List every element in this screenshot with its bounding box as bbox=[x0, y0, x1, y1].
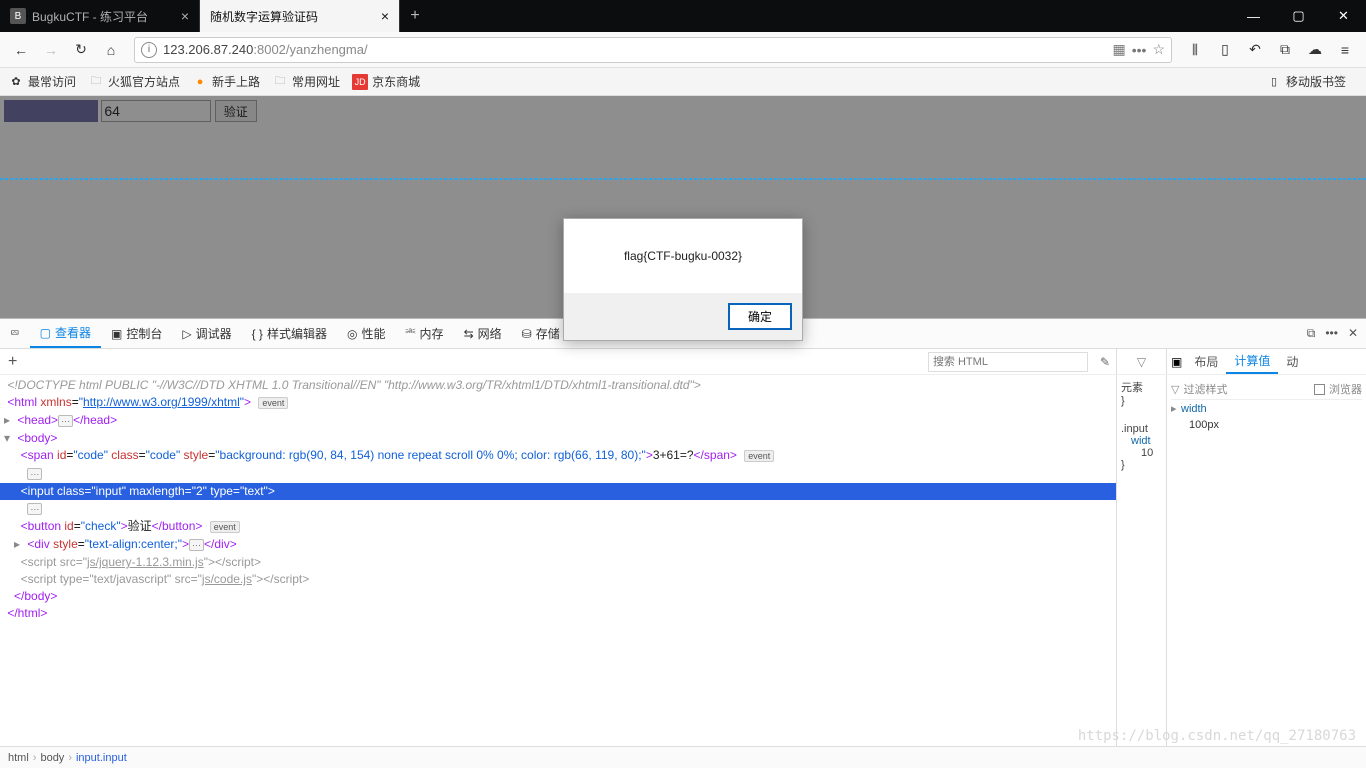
close-icon[interactable]: × bbox=[181, 8, 189, 24]
html-search-input[interactable] bbox=[928, 352, 1088, 372]
debug-icon: ▷ bbox=[182, 327, 191, 341]
forward-button[interactable]: → bbox=[36, 35, 66, 65]
sidebar-icon[interactable]: ▯ bbox=[1210, 35, 1240, 65]
mobile-icon: ▯ bbox=[1266, 74, 1282, 90]
tab-title: BugkuCTF - 练习平台 bbox=[32, 8, 175, 25]
add-rule-button[interactable]: + bbox=[0, 353, 25, 371]
inspector-icon: ▢ bbox=[40, 326, 51, 340]
chat-icon[interactable]: ☁ bbox=[1300, 35, 1330, 65]
crumb-item-selected[interactable]: input.input bbox=[72, 752, 131, 764]
home-button[interactable]: ⌂ bbox=[96, 35, 126, 65]
devtools-tab-storage[interactable]: ⛁存储 bbox=[512, 319, 570, 348]
dom-line-selected[interactable]: <input class="input" maxlength="2" type=… bbox=[0, 483, 1116, 500]
crumb-item[interactable]: body bbox=[36, 752, 68, 764]
doctype-line: <!DOCTYPE html PUBLIC "-//W3C//DTD XHTML… bbox=[7, 378, 700, 392]
bookmark-item[interactable]: 🗀火狐官方站点 bbox=[88, 73, 180, 90]
breadcrumb: html › body › input.input bbox=[0, 746, 1366, 768]
mobile-bookmarks[interactable]: ▯移动版书签 bbox=[1266, 73, 1346, 90]
menu-button[interactable]: ≡ bbox=[1330, 35, 1360, 65]
storage-icon: ⛁ bbox=[522, 327, 532, 341]
devtools-tab-console[interactable]: ▣控制台 bbox=[101, 319, 172, 348]
url-text: 123.206.87.240:8002/yanzhengma/ bbox=[163, 42, 1106, 57]
bookmark-item[interactable]: JD京东商城 bbox=[352, 73, 420, 90]
close-icon[interactable]: × bbox=[381, 8, 389, 24]
firefox-icon: ● bbox=[192, 74, 208, 90]
dom-tree[interactable]: <!DOCTYPE html PUBLIC "-//W3C//DTD XHTML… bbox=[0, 375, 1116, 746]
gear-icon: ✿ bbox=[8, 74, 24, 90]
bookmarks-bar: ✿最常访问 🗀火狐官方站点 ●新手上路 🗀常用网址 JD京东商城 ▯移动版书签 bbox=[0, 68, 1366, 96]
folder-icon: 🗀 bbox=[272, 74, 288, 90]
element-highlight bbox=[0, 178, 1366, 180]
style-icon: { } bbox=[252, 327, 263, 341]
jd-icon: JD bbox=[352, 74, 368, 90]
window-titlebar: B BugkuCTF - 练习平台 × 随机数字运算验证码 × + — ▢ ✕ bbox=[0, 0, 1366, 32]
inspector-picker-icon[interactable]: ⮹ bbox=[0, 319, 30, 348]
rules-panel: 元素 } .input widt 10 } bbox=[1116, 375, 1166, 746]
devtools-tab-network[interactable]: ⇆网络 bbox=[454, 319, 512, 348]
animation-tab[interactable]: 动 bbox=[1278, 349, 1306, 374]
devtools-close-icon[interactable]: ✕ bbox=[1348, 326, 1358, 341]
folder-icon: 🗀 bbox=[88, 74, 104, 90]
layout-tab[interactable]: 布局 bbox=[1186, 349, 1226, 374]
library-icon[interactable]: ⫼ bbox=[1180, 35, 1210, 65]
funnel-icon: ▽ bbox=[1137, 355, 1146, 369]
computed-prop[interactable]: width bbox=[1181, 403, 1207, 415]
dock-icon[interactable]: ⧉ bbox=[1307, 326, 1316, 341]
browser-tab-active[interactable]: 随机数字运算验证码 × bbox=[200, 0, 400, 32]
maximize-button[interactable]: ▢ bbox=[1276, 0, 1321, 32]
devtools-tab-perf[interactable]: ◎性能 bbox=[337, 319, 396, 348]
computed-tab[interactable]: 计算值 bbox=[1226, 349, 1278, 374]
browser-tab-inactive[interactable]: B BugkuCTF - 练习平台 × bbox=[0, 0, 200, 32]
site-info-icon[interactable]: i bbox=[141, 42, 157, 58]
perf-icon: ◎ bbox=[347, 327, 357, 341]
browser-styles-checkbox[interactable] bbox=[1314, 384, 1325, 395]
funnel-icon: ▽ bbox=[1171, 383, 1179, 396]
navbar: ← → ↻ ⌂ i 123.206.87.240:8002/yanzhengma… bbox=[0, 32, 1366, 68]
bookmark-item[interactable]: 🗀常用网址 bbox=[272, 73, 340, 90]
new-tab-button[interactable]: + bbox=[400, 0, 430, 32]
qr-icon[interactable]: ▦ bbox=[1112, 41, 1125, 58]
alert-dialog: flag{CTF-bugku-0032} 确定 bbox=[563, 218, 803, 341]
filter-label: 过滤样式 bbox=[1183, 381, 1310, 397]
console-icon: ▣ bbox=[111, 327, 122, 341]
reload-button[interactable]: ↻ bbox=[66, 35, 96, 65]
alert-message: flag{CTF-bugku-0032} bbox=[564, 219, 802, 293]
screenshot-icon[interactable]: ⧉ bbox=[1270, 35, 1300, 65]
window-controls: — ▢ ✕ bbox=[1231, 0, 1366, 32]
bookmark-item[interactable]: ✿最常访问 bbox=[8, 73, 76, 90]
more-icon[interactable]: ••• bbox=[1132, 42, 1147, 58]
devtools-tab-inspector[interactable]: ▢查看器 bbox=[30, 319, 101, 348]
devtools-tab-debugger[interactable]: ▷调试器 bbox=[172, 319, 241, 348]
sidebar-toggle-icon[interactable]: ▣ bbox=[1167, 355, 1186, 369]
devtools: ⮹ ▢查看器 ▣控制台 ▷调试器 { }样式编辑器 ◎性能 ⎃内存 ⇆网络 ⛁存… bbox=[0, 318, 1366, 768]
bookmark-star-icon[interactable]: ☆ bbox=[1152, 41, 1165, 58]
rules-tab-label: 元素 bbox=[1121, 379, 1162, 395]
back-button[interactable]: ← bbox=[6, 35, 36, 65]
computed-panel: ▽ 过滤样式 浏览器 ▸width 100px bbox=[1166, 375, 1366, 746]
crumb-item[interactable]: html bbox=[4, 752, 33, 764]
url-bar[interactable]: i 123.206.87.240:8002/yanzhengma/ ▦ ••• … bbox=[134, 37, 1172, 63]
bookmark-item[interactable]: ●新手上路 bbox=[192, 73, 260, 90]
minimize-button[interactable]: — bbox=[1231, 0, 1276, 32]
edit-icon[interactable]: ✎ bbox=[1094, 355, 1116, 369]
memory-icon: ⎃ bbox=[405, 326, 415, 341]
tab-title: 随机数字运算验证码 bbox=[210, 8, 375, 25]
network-icon: ⇆ bbox=[464, 327, 474, 341]
devtools-tab-style[interactable]: { }样式编辑器 bbox=[242, 319, 337, 348]
devtools-tab-memory[interactable]: ⎃内存 bbox=[395, 319, 453, 348]
filter-panel[interactable]: ▽ bbox=[1116, 349, 1166, 374]
alert-ok-button[interactable]: 确定 bbox=[728, 303, 792, 330]
watermark: https://blog.csdn.net/qq_27180763 bbox=[1078, 728, 1356, 744]
devtools-subbar: + ✎ ▽ ▣ 布局 计算值 动 bbox=[0, 349, 1366, 375]
computed-value: 100px bbox=[1189, 419, 1219, 431]
undo-icon[interactable]: ↶ bbox=[1240, 35, 1270, 65]
more-icon[interactable]: ••• bbox=[1325, 326, 1338, 341]
page-viewport: 验证 flag{CTF-bugku-0032} 确定 bbox=[0, 96, 1366, 318]
tab-favicon: B bbox=[10, 8, 26, 24]
close-button[interactable]: ✕ bbox=[1321, 0, 1366, 32]
